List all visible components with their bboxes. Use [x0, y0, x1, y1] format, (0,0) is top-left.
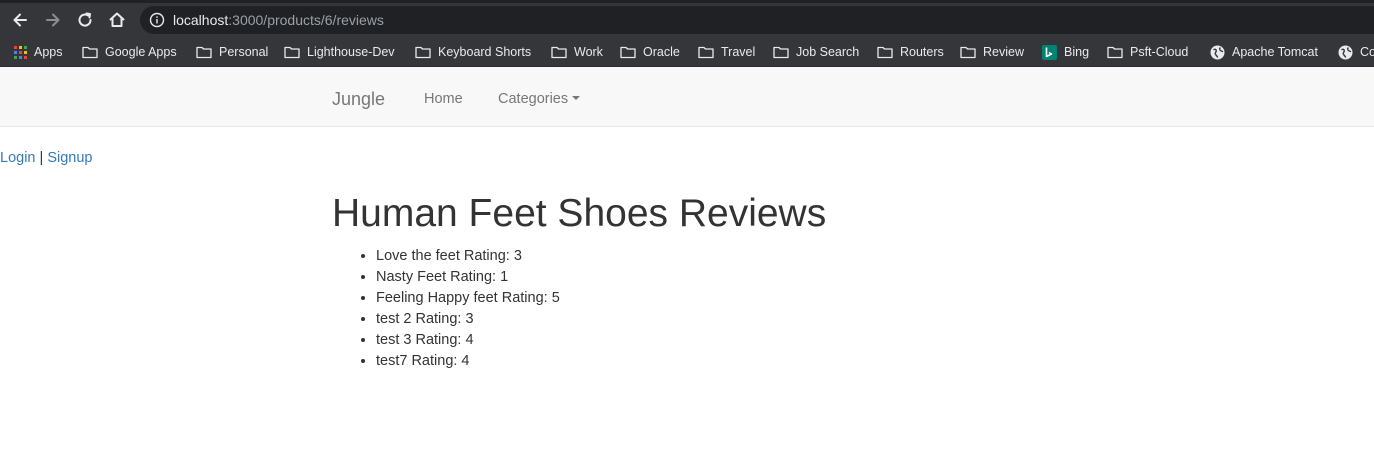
bookmark-lighthouse-dev[interactable]: Lighthouse-Dev	[284, 43, 395, 61]
folder-icon	[773, 46, 789, 59]
apps-grid-icon	[14, 45, 27, 59]
site-navbar: Jungle Home Categories	[0, 67, 1374, 127]
review-item: Love the feet Rating: 3	[376, 246, 560, 267]
bookmark-label: Apache Tomcat	[1232, 45, 1318, 59]
auth-separator: |	[39, 150, 44, 166]
url-text[interactable]: localhost:3000/products/6/reviews	[173, 12, 384, 28]
address-bar[interactable]: localhost:3000/products/6/reviews	[140, 6, 1374, 34]
bookmark-label: Bing	[1064, 45, 1090, 59]
bookmark-label: Lighthouse-Dev	[307, 45, 395, 59]
page-title: Human Feet Shoes Reviews	[332, 192, 827, 235]
auth-links: Login | Signup	[0, 150, 92, 166]
categories-label: Categories	[498, 91, 569, 107]
bookmark-co[interactable]: Co	[1338, 43, 1374, 61]
home-button[interactable]	[106, 9, 128, 31]
bookmark-label: Personal	[219, 45, 269, 59]
bookmark-label: Routers	[900, 45, 944, 59]
bookmark-psft-cloud[interactable]: Psft-Cloud	[1107, 43, 1188, 61]
info-icon[interactable]	[149, 12, 165, 28]
folder-icon	[82, 46, 98, 59]
bookmark-label: Co	[1360, 45, 1374, 59]
caret-down-icon	[572, 96, 581, 101]
bookmark-label: Work	[574, 45, 603, 59]
bookmark-label: Apps	[34, 45, 63, 59]
folder-icon	[1107, 46, 1123, 59]
bookmark-review[interactable]: Review	[960, 43, 1024, 61]
bing-icon	[1042, 44, 1057, 60]
bookmark-label: Oracle	[643, 45, 680, 59]
review-item: test7 Rating: 4	[376, 351, 560, 372]
review-item: Feeling Happy feet Rating: 5	[376, 288, 560, 309]
globe-icon	[1338, 45, 1353, 59]
review-item: Nasty Feet Rating: 1	[376, 267, 560, 288]
login-link[interactable]: Login	[0, 150, 35, 166]
arrow-left-icon	[13, 13, 27, 27]
bookmark-bing[interactable]: Bing	[1042, 43, 1089, 61]
bookmark-label: Job Search	[796, 45, 860, 59]
signup-link[interactable]: Signup	[47, 150, 92, 166]
tab-strip-edge	[0, 0, 1374, 3]
bookmark-label: Travel	[721, 45, 756, 59]
bookmark-label: Review	[983, 45, 1024, 59]
folder-icon	[960, 46, 976, 59]
bookmark-apache-tomcat[interactable]: Apache Tomcat	[1210, 43, 1318, 61]
folder-icon	[698, 46, 714, 59]
url-host: localhost	[173, 12, 229, 28]
brand-link[interactable]: Jungle	[332, 89, 385, 110]
folder-icon	[551, 46, 567, 59]
review-item: test 3 Rating: 4	[376, 330, 560, 351]
home-icon	[109, 12, 125, 27]
browser-toolbar: localhost:3000/products/6/reviews	[0, 0, 1374, 38]
folder-icon	[415, 46, 431, 59]
bookmark-label: Psft-Cloud	[1130, 45, 1189, 59]
bookmark-apps[interactable]: Apps	[14, 43, 63, 61]
bookmark-label: Google Apps	[105, 45, 177, 59]
bookmarks-bar: Apps Google Apps Personal Lighthouse-Dev…	[0, 38, 1374, 67]
bookmark-oracle[interactable]: Oracle	[620, 43, 680, 61]
reload-button[interactable]	[74, 9, 96, 31]
reload-icon	[78, 12, 92, 27]
nav-home-link[interactable]: Home	[424, 91, 463, 107]
forward-button[interactable]	[42, 9, 64, 31]
folder-icon	[284, 46, 300, 59]
reviews-list: Love the feet Rating: 3 Nasty Feet Ratin…	[336, 246, 560, 372]
categories-dropdown[interactable]: Categories	[498, 91, 581, 107]
globe-icon	[1210, 45, 1225, 59]
bookmark-travel[interactable]: Travel	[698, 43, 755, 61]
bookmark-google-apps[interactable]: Google Apps	[82, 43, 177, 61]
folder-icon	[877, 46, 893, 59]
bookmark-label: Keyboard Shorts	[438, 45, 532, 59]
folder-icon	[196, 46, 212, 59]
review-item: test 2 Rating: 3	[376, 309, 560, 330]
bookmark-keyboard-shorts[interactable]: Keyboard Shorts	[415, 43, 531, 61]
arrow-right-icon	[46, 13, 60, 27]
back-button[interactable]	[9, 9, 31, 31]
folder-icon	[620, 46, 636, 59]
bookmark-job-search[interactable]: Job Search	[773, 43, 859, 61]
bookmark-routers[interactable]: Routers	[877, 43, 944, 61]
bookmark-work[interactable]: Work	[551, 43, 603, 61]
bookmark-personal[interactable]: Personal	[196, 43, 268, 61]
url-path: :3000/products/6/reviews	[228, 12, 384, 28]
